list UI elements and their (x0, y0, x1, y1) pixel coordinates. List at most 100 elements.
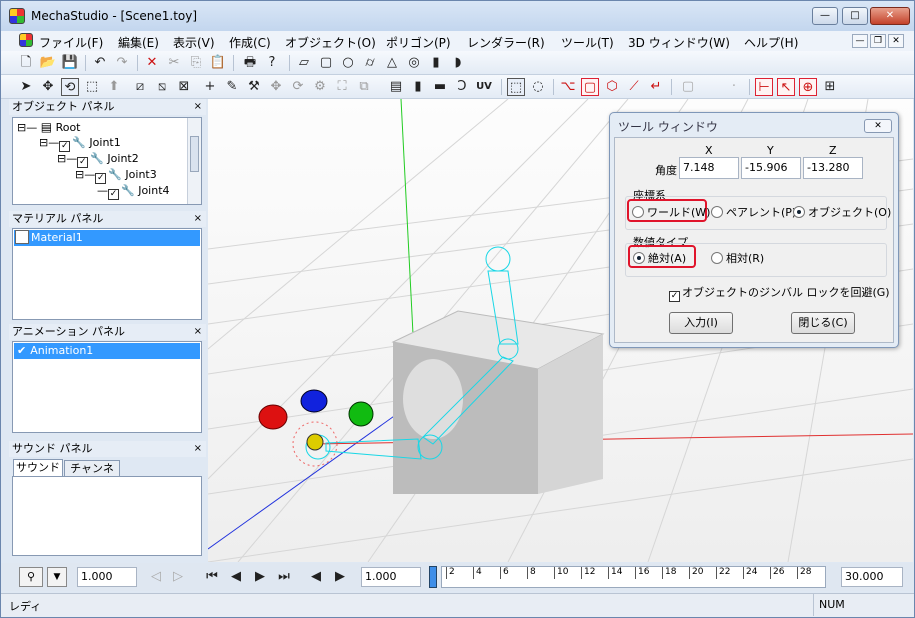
frame-icon[interactable]: ▢ (679, 78, 697, 96)
morph-icon[interactable]: ⛶ (333, 78, 351, 96)
plane-icon[interactable]: ▱ (295, 54, 313, 72)
prev-key-icon[interactable]: ◁ (147, 568, 165, 586)
bend-icon[interactable]: ⧅ (153, 78, 171, 96)
tab-channel[interactable]: チャンネル (64, 460, 120, 491)
tree-item-joint4[interactable]: — ✓ 🔧 Joint4 (97, 184, 170, 200)
dot-icon[interactable]: · (725, 78, 743, 96)
gimbal-checkbox[interactable]: ✓ オブジェクトのジンバル ロックを回避(G) (669, 284, 890, 302)
camera-icon[interactable]: ▮ (427, 54, 445, 72)
polygon-mode-icon[interactable]: ⬡ (603, 78, 621, 96)
skin-icon[interactable]: ⚒ (245, 78, 263, 96)
tool-window-close-button[interactable]: ✕ (864, 119, 892, 133)
menu-object[interactable]: オブジェクト(O) (285, 34, 376, 51)
frame-input[interactable]: 1.000 (77, 567, 137, 587)
tree-item-joint3[interactable]: ⊟— ✓ 🔧 Joint3 (75, 168, 157, 184)
torus-icon[interactable]: ◎ (405, 54, 423, 72)
scale-icon[interactable]: ⬚ (83, 78, 101, 96)
select-arrow-icon[interactable]: ➤ (17, 78, 35, 96)
cut-icon[interactable]: ✂ (165, 54, 183, 72)
copy-icon[interactable]: ⎘ (187, 54, 205, 72)
pivot-icon[interactable]: + (201, 78, 219, 96)
object-panel-close-icon[interactable]: × (194, 99, 202, 115)
taper-icon[interactable]: ⧄ (131, 78, 149, 96)
hierarchy-icon[interactable]: ⌥ (559, 78, 577, 96)
animation-item[interactable]: ✔ Animation1 (14, 343, 200, 359)
snap-axis-icon[interactable]: ⊢ (755, 78, 773, 96)
material-item[interactable]: Material1 (14, 230, 200, 246)
tree-scrollbar[interactable] (187, 118, 201, 204)
end-time-input[interactable]: 30.000 (841, 567, 903, 587)
angle-y-input[interactable]: -15.906 (741, 157, 801, 179)
lasso-icon[interactable]: ◌ (529, 78, 547, 96)
paint-icon[interactable]: ▬ (431, 78, 449, 96)
sound-panel-close-icon[interactable]: × (194, 441, 202, 457)
mdi-close-button[interactable]: ✕ (888, 34, 904, 48)
parent-radio[interactable]: ペアレント(P) (711, 204, 796, 220)
tree-item-joint1[interactable]: ⊟— ✓ 🔧 Joint1 (39, 136, 121, 152)
time-cursor[interactable] (429, 566, 437, 588)
shade-icon[interactable]: ▮ (409, 78, 427, 96)
menu-polygon[interactable]: ポリゴン(P) (386, 34, 451, 51)
move-icon[interactable]: ✥ (39, 78, 57, 96)
prev-frame-icon[interactable]: ◀ (227, 568, 245, 586)
print-icon[interactable]: 🖶 (241, 54, 259, 72)
tree-item-root[interactable]: ⊟— ▤ Root (17, 120, 80, 134)
gradient-icon[interactable]: ▤ (387, 78, 405, 96)
menu-tool[interactable]: ツール(T) (561, 34, 614, 51)
rect-select-icon[interactable]: ⬚ (507, 78, 525, 96)
material-list[interactable]: Material1 (12, 228, 202, 320)
mdi-minimize-button[interactable]: — (852, 34, 868, 48)
current-time-input[interactable]: 1.000 (361, 567, 421, 587)
new-file-icon[interactable]: 🗋 (17, 54, 35, 72)
delete-icon[interactable]: ✕ (143, 54, 161, 72)
sphere-icon[interactable]: ○ (339, 54, 357, 72)
vertex-mode-icon[interactable]: ↵ (647, 78, 665, 96)
menu-view[interactable]: 表示(V) (173, 34, 215, 51)
close-button[interactable]: ✕ (870, 7, 910, 25)
world-radio[interactable]: ワールド(W) (632, 204, 710, 220)
menu-file[interactable]: ファイル(F) (39, 34, 103, 51)
menu-help[interactable]: ヘルプ(H) (744, 34, 798, 51)
key-dropdown-icon[interactable]: ▼ (47, 567, 67, 587)
snap-local-icon[interactable]: ↖ (777, 78, 795, 96)
angle-x-input[interactable]: 7.148 (679, 157, 739, 179)
object-tree[interactable]: ⊟— ▤ Root ⊟— ✓ 🔧 Joint1 ⊟— ✓ 🔧 Joint2 ⊟— ✓ 🔧 J… (12, 117, 202, 205)
absolute-radio[interactable]: 絶対(A) (633, 250, 686, 266)
step-back-icon[interactable]: ◀ (307, 568, 325, 586)
maximize-button[interactable]: □ (842, 7, 868, 25)
next-key-icon[interactable]: ▷ (169, 568, 187, 586)
material-panel-close-icon[interactable]: × (194, 211, 202, 227)
cylinder-icon[interactable]: ⌭ (361, 54, 379, 72)
object-radio[interactable]: オブジェクト(O) (793, 204, 891, 220)
object-mode-icon[interactable]: ▢ (581, 78, 599, 96)
menu-3d-window[interactable]: 3D ウィンドウ(W) (628, 34, 730, 51)
minimize-button[interactable]: — (812, 7, 838, 25)
input-button[interactable]: 入力(I) (669, 312, 733, 334)
undo-icon[interactable]: ↶ (91, 54, 109, 72)
edge-mode-icon[interactable]: ⟋ (625, 78, 643, 96)
bone-icon[interactable]: ✎ (223, 78, 241, 96)
redo-icon[interactable]: ↷ (113, 54, 131, 72)
tab-sound[interactable]: サウンド (13, 459, 63, 477)
cone-icon[interactable]: △ (383, 54, 401, 72)
angle-z-input[interactable]: -13.280 (803, 157, 863, 179)
joint-tool-icon[interactable]: ⚙ (311, 78, 329, 96)
box-icon[interactable]: ▢ (317, 54, 335, 72)
paste-icon[interactable]: 📋 (209, 54, 227, 72)
close-dialog-button[interactable]: 閉じる(C) (791, 312, 855, 334)
step-forward-icon[interactable]: ▶ (331, 568, 349, 586)
menu-renderer[interactable]: レンダラー(R) (467, 34, 545, 51)
menu-edit[interactable]: 編集(E) (118, 34, 159, 51)
animation-panel-close-icon[interactable]: × (194, 324, 202, 340)
extrude-icon[interactable]: ⬆ (105, 78, 123, 96)
snap-rotate-icon[interactable]: ⊕ (799, 78, 817, 96)
ik-icon[interactable]: ✥ (267, 78, 285, 96)
tree-item-joint2[interactable]: ⊟— ✓ 🔧 Joint2 (57, 152, 139, 168)
play-icon[interactable]: ▶ (251, 568, 269, 586)
rotate-icon[interactable]: ⟲ (61, 78, 79, 96)
grid-icon[interactable]: ⊞ (821, 78, 839, 96)
uv-move-icon[interactable]: ⧉ (355, 78, 373, 96)
last-frame-icon[interactable]: ⏭ (275, 568, 293, 586)
save-icon[interactable]: 💾 (61, 54, 79, 72)
uv-icon[interactable]: UV (475, 78, 493, 96)
